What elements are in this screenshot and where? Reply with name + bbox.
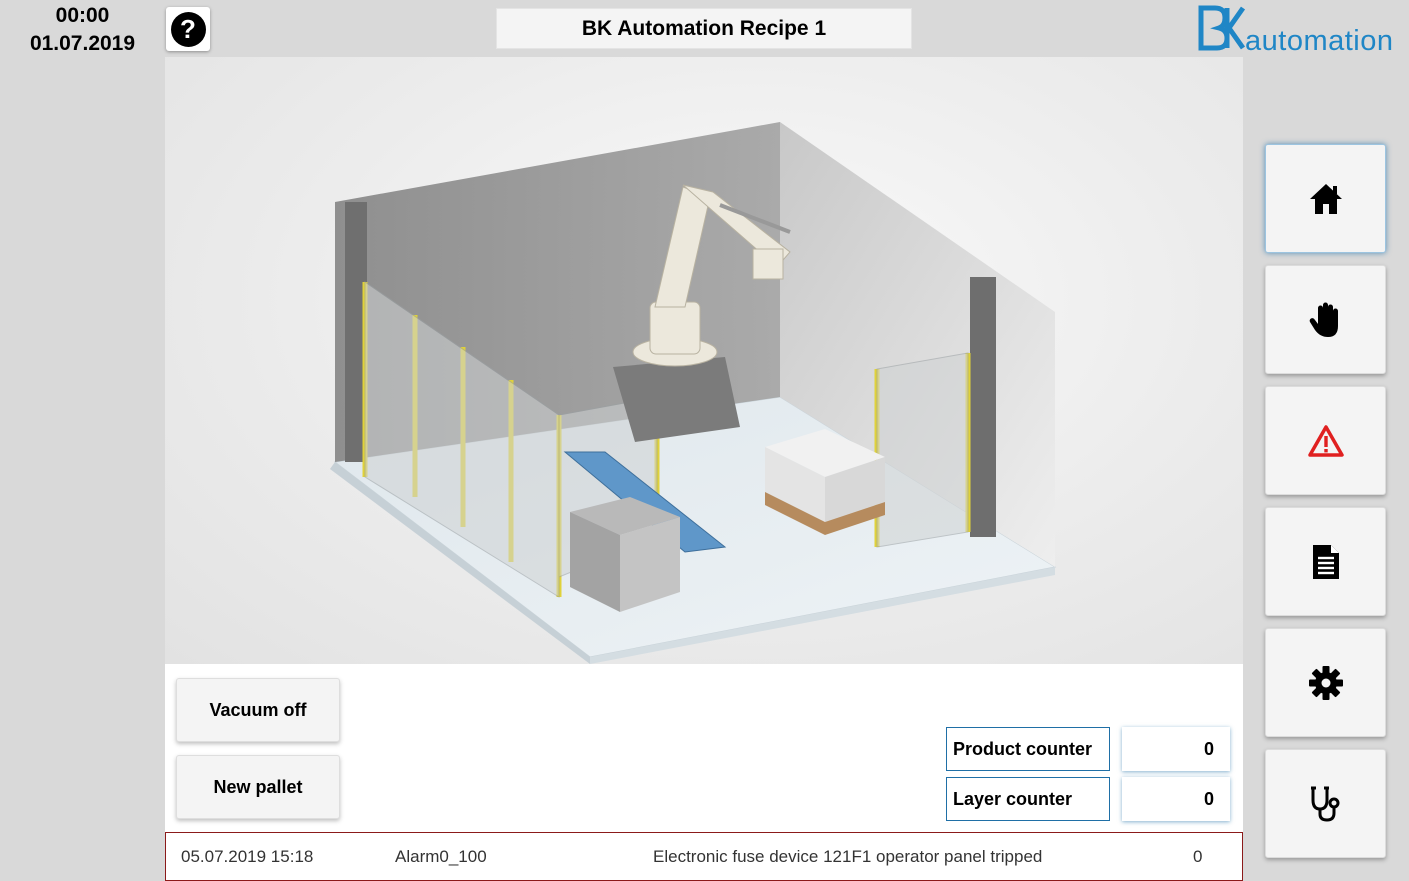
alarm-id: Alarm0_100: [395, 847, 487, 866]
alarm-count: 0: [1193, 847, 1203, 866]
nav-manual-button[interactable]: [1265, 265, 1386, 374]
layer-counter-value[interactable]: 0: [1122, 777, 1230, 821]
question-circle-icon: ?: [170, 11, 206, 47]
alarm-row[interactable]: 05.07.2019 15:18 Alarm0_100 Electronic f…: [165, 832, 1243, 881]
robot-cell-scene: [165, 57, 1243, 664]
clock: 00:00 01.07.2019: [0, 2, 165, 58]
warning-icon: [1307, 424, 1344, 457]
main-panel: Vacuum off New pallet Product counter 0 …: [165, 57, 1243, 832]
stethoscope-icon: [1310, 786, 1339, 822]
nav-diagnostics-button[interactable]: [1265, 749, 1386, 858]
page-title: BK Automation Recipe 1: [496, 8, 912, 49]
bk-logo-mark-icon: [1198, 5, 1245, 51]
nav-report-button[interactable]: [1265, 507, 1386, 616]
gear-icon: [1308, 665, 1343, 700]
alarm-timestamp: 05.07.2019 15:18: [181, 847, 314, 866]
home-icon: [1309, 183, 1342, 214]
bk-automation-logo: automation: [1197, 4, 1402, 57]
new-pallet-button[interactable]: New pallet: [176, 755, 340, 819]
layer-counter-label: Layer counter: [946, 777, 1110, 821]
product-counter-value[interactable]: 0: [1122, 727, 1230, 771]
alarm-message: Electronic fuse device 121F1 operator pa…: [653, 847, 1043, 866]
hand-icon: [1309, 302, 1338, 337]
help-button[interactable]: ?: [166, 7, 210, 51]
nav-settings-button[interactable]: [1265, 628, 1386, 737]
nav-alarms-button[interactable]: [1265, 386, 1386, 495]
logo-wordmark: automation: [1245, 25, 1394, 57]
clock-date: 01.07.2019: [29, 32, 136, 55]
vacuum-off-button[interactable]: Vacuum off: [176, 678, 340, 742]
product-counter-label: Product counter: [946, 727, 1110, 771]
clock-time: 00:00: [55, 4, 110, 27]
palletizing-cell-illustration: [330, 122, 1057, 664]
nav-home-button[interactable]: [1265, 144, 1386, 253]
document-icon: [1312, 544, 1339, 579]
